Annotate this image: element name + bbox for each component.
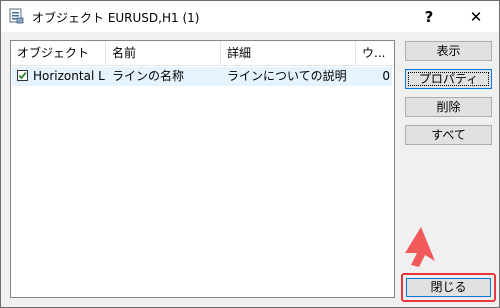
objects-dialog: オブジェクト EURUSD,H1 (1) ? ✕ オブジェクト 名前 詳細 ウ.… bbox=[0, 0, 500, 308]
show-button[interactable]: 表示 bbox=[405, 41, 492, 61]
help-button[interactable]: ? bbox=[406, 1, 452, 32]
window-title: オブジェクト EURUSD,H1 (1) bbox=[32, 11, 200, 25]
list-header: オブジェクト 名前 詳細 ウ... bbox=[11, 41, 394, 66]
row-object-type: Horizontal Line bbox=[33, 69, 105, 83]
properties-button[interactable]: プロパティ bbox=[405, 69, 492, 89]
row-checkbox[interactable] bbox=[17, 70, 28, 81]
column-header-name[interactable]: 名前 bbox=[106, 41, 221, 65]
red-arrow-pointer-icon bbox=[405, 227, 435, 267]
column-header-object[interactable]: オブジェクト bbox=[11, 41, 106, 65]
window-close-button[interactable]: ✕ bbox=[453, 1, 499, 32]
delete-button[interactable]: 削除 bbox=[405, 97, 492, 117]
select-all-button[interactable]: すべて bbox=[405, 125, 492, 145]
row-window-number: 0 bbox=[382, 69, 390, 83]
title-bar: オブジェクト EURUSD,H1 (1) ? ✕ bbox=[1, 1, 499, 32]
row-name: ラインの名称 bbox=[112, 69, 185, 83]
objects-list-icon bbox=[9, 8, 24, 24]
close-button-highlight: 閉じる bbox=[401, 273, 496, 302]
checkmark-icon bbox=[18, 72, 27, 80]
list-row-horizontal-line[interactable]: Horizontal Line ラインの名称 ラインについての説明 0 bbox=[12, 67, 392, 86]
column-header-window[interactable]: ウ... bbox=[356, 41, 394, 65]
objects-list[interactable]: オブジェクト 名前 詳細 ウ... Horizontal Line ラインの名称… bbox=[10, 40, 395, 298]
close-button[interactable]: 閉じる bbox=[406, 278, 491, 297]
column-header-description[interactable]: 詳細 bbox=[221, 41, 356, 65]
row-description: ラインについての説明 bbox=[227, 69, 347, 83]
